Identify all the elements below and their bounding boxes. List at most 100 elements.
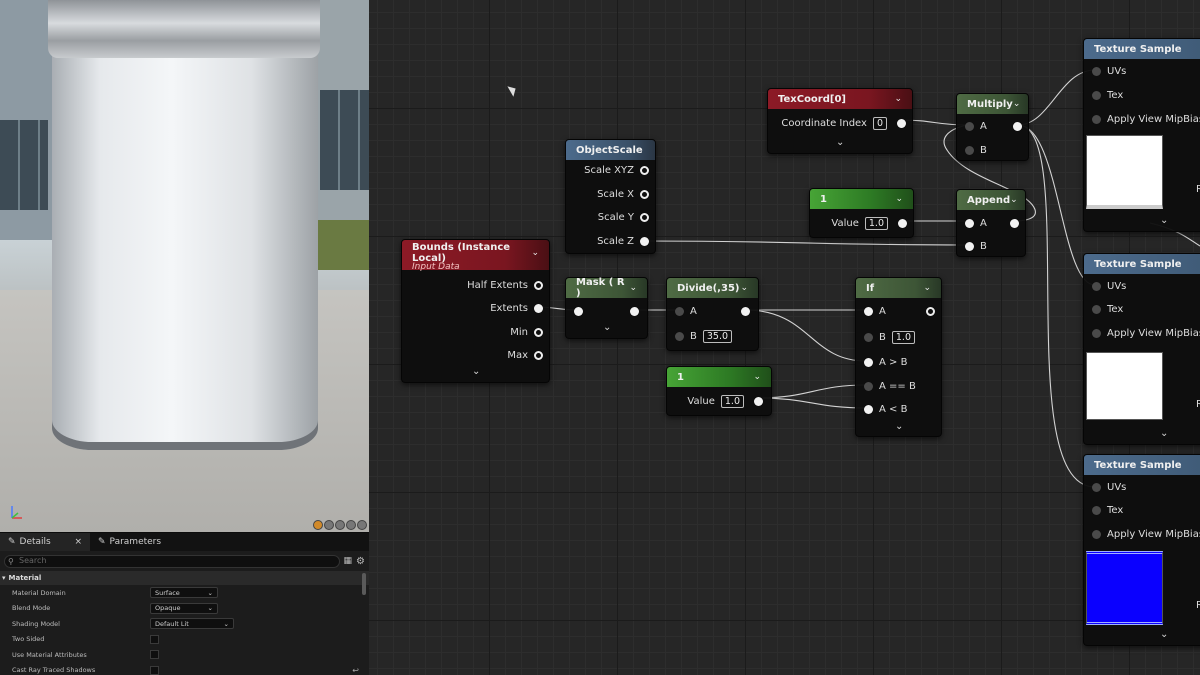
- details-scrollbar[interactable]: [362, 573, 366, 595]
- node-header[interactable]: Bounds (Instance Local) Input Data ⌄: [402, 240, 549, 272]
- pin-a-less-b[interactable]: A < B: [864, 401, 907, 417]
- tab-details[interactable]: ✎ Details ×: [0, 533, 90, 551]
- node-header[interactable]: TexCoord[0] ⌄: [768, 89, 912, 109]
- preview-cube-icon[interactable]: [346, 520, 356, 530]
- blend-mode-dropdown[interactable]: Opaque ⌄: [150, 602, 218, 614]
- output-pin[interactable]: [534, 350, 543, 360]
- input-pin[interactable]: [1092, 66, 1101, 76]
- input-pin[interactable]: [864, 404, 873, 414]
- cast-ray-traced-shadows-checkbox[interactable]: [150, 665, 159, 675]
- pin-b[interactable]: B: [965, 142, 987, 158]
- coordinate-index-value[interactable]: 0: [872, 116, 887, 130]
- output-pin[interactable]: [630, 307, 639, 316]
- output-pin[interactable]: [741, 307, 750, 316]
- section-header-material[interactable]: ▾ Material: [0, 571, 369, 585]
- input-pin[interactable]: [1092, 529, 1101, 539]
- shading-model-dropdown[interactable]: Default Lit ⌄: [150, 618, 234, 630]
- input-pin[interactable]: [864, 332, 873, 342]
- node-header[interactable]: 1 ⌄: [667, 367, 771, 387]
- viewport-toolbar[interactable]: [313, 520, 367, 530]
- expand-chevron-icon[interactable]: ⌄: [472, 366, 480, 377]
- node-bounds-instance-local[interactable]: Bounds (Instance Local) Input Data ⌄ Half…: [401, 239, 550, 383]
- input-pin[interactable]: [1092, 505, 1101, 515]
- pin-tex[interactable]: Tex: [1092, 502, 1123, 518]
- output-pin[interactable]: [640, 189, 649, 199]
- material-preview-viewport[interactable]: [0, 0, 369, 532]
- input-pin[interactable]: [675, 306, 684, 316]
- pin-half-extents[interactable]: Half Extents: [467, 277, 543, 293]
- pin-a-greater-b[interactable]: A > B: [864, 354, 907, 370]
- pin-scale-x[interactable]: Scale X: [597, 186, 649, 202]
- pin-uvs[interactable]: UVs: [1092, 479, 1126, 495]
- pin-apply-view-mipbias[interactable]: Apply View MipBias: [1092, 111, 1200, 127]
- input-pin[interactable]: [1092, 482, 1101, 492]
- node-texture-sample[interactable]: Texture Sample UVs Tex Apply View MipBia…: [1083, 454, 1200, 646]
- output-pin[interactable]: [1013, 122, 1022, 131]
- pin-a[interactable]: A: [965, 118, 987, 134]
- pin-uvs[interactable]: UVs: [1092, 278, 1126, 294]
- pin-tex[interactable]: Tex: [1092, 301, 1123, 317]
- two-sided-checkbox[interactable]: [150, 634, 159, 644]
- chevron-down-icon[interactable]: ⌄: [894, 94, 902, 104]
- table-view-icon[interactable]: ▦: [344, 556, 353, 566]
- reset-icon[interactable]: ↩: [352, 666, 359, 675]
- node-if[interactable]: If ⌄ A B 1.0 A > B A == B A < B ⌄: [855, 277, 942, 437]
- pin-a-equals-b[interactable]: A == B: [864, 378, 916, 394]
- input-pin[interactable]: [864, 306, 873, 316]
- input-pin[interactable]: [965, 121, 974, 131]
- node-constant[interactable]: 1 ⌄ Value 1.0: [666, 366, 772, 416]
- divide-b-value[interactable]: 35.0: [702, 329, 733, 343]
- pin-scale-z[interactable]: Scale Z: [597, 233, 649, 249]
- chevron-down-icon[interactable]: ⌄: [740, 283, 748, 293]
- node-header[interactable]: Divide(,35) ⌄: [667, 278, 758, 298]
- tab-parameters[interactable]: ✎ Parameters: [90, 533, 169, 551]
- chevron-down-icon[interactable]: ⌄: [531, 248, 539, 258]
- pin-max[interactable]: Max: [507, 347, 543, 363]
- preview-mesh-icon[interactable]: [357, 520, 367, 530]
- input-pin[interactable]: [864, 381, 873, 391]
- output-pin[interactable]: [640, 236, 649, 246]
- node-constant[interactable]: 1 ⌄ Value 1.0: [809, 188, 914, 238]
- material-domain-dropdown[interactable]: Surface ⌄: [150, 587, 218, 599]
- node-header[interactable]: Multiply ⌄: [957, 94, 1028, 114]
- close-icon[interactable]: ×: [74, 537, 82, 547]
- preview-sphere-icon[interactable]: [313, 520, 323, 530]
- use-material-attributes-checkbox[interactable]: [150, 650, 159, 660]
- pin-b[interactable]: B 1.0: [864, 329, 915, 345]
- chevron-down-icon[interactable]: ⌄: [629, 283, 637, 293]
- input-pin[interactable]: [1092, 328, 1101, 338]
- expand-chevron-icon[interactable]: ⌄: [603, 322, 611, 333]
- pin-scale-xyz[interactable]: Scale XYZ: [584, 162, 649, 178]
- node-header[interactable]: Mask ( R ) ⌄: [566, 277, 647, 299]
- node-texture-sample[interactable]: Texture Sample UVs Tex Apply View MipBia…: [1083, 38, 1200, 232]
- chevron-down-icon[interactable]: ⌄: [895, 194, 903, 204]
- pin-b[interactable]: B: [965, 238, 987, 254]
- chevron-down-icon[interactable]: ⌄: [1013, 99, 1021, 109]
- input-pin[interactable]: [864, 357, 873, 367]
- pin-apply-view-mipbias[interactable]: Apply View MipBias: [1092, 325, 1200, 341]
- node-mask-r[interactable]: Mask ( R ) ⌄ ⌄: [565, 277, 648, 339]
- output-pin[interactable]: [1010, 219, 1019, 228]
- constant-value[interactable]: 1.0: [864, 216, 888, 230]
- input-pin[interactable]: [1092, 281, 1101, 291]
- output-pin[interactable]: [534, 280, 543, 290]
- node-header[interactable]: Texture Sample: [1084, 254, 1200, 274]
- node-append[interactable]: Append ⌄ A B: [956, 189, 1026, 257]
- input-pin[interactable]: [965, 218, 974, 228]
- output-pin[interactable]: [534, 327, 543, 337]
- node-multiply[interactable]: Multiply ⌄ A B: [956, 93, 1029, 161]
- pin-tex[interactable]: Tex: [1092, 87, 1123, 103]
- node-header[interactable]: 1 ⌄: [810, 189, 913, 209]
- pin-a[interactable]: A: [864, 303, 886, 319]
- node-header[interactable]: Append ⌄: [957, 190, 1025, 210]
- gear-icon[interactable]: ⚙: [356, 556, 365, 567]
- input-pin[interactable]: [965, 241, 974, 251]
- input-pin[interactable]: [1092, 90, 1101, 100]
- node-texcoord[interactable]: TexCoord[0] ⌄ Coordinate Index 0 ⌄: [767, 88, 913, 154]
- input-pin[interactable]: [1092, 114, 1101, 124]
- pin-uvs[interactable]: UVs: [1092, 63, 1126, 79]
- input-pin[interactable]: [965, 145, 974, 155]
- pin-scale-y[interactable]: Scale Y: [598, 209, 649, 225]
- output-pin[interactable]: [898, 218, 907, 228]
- pin-a[interactable]: A: [965, 215, 987, 231]
